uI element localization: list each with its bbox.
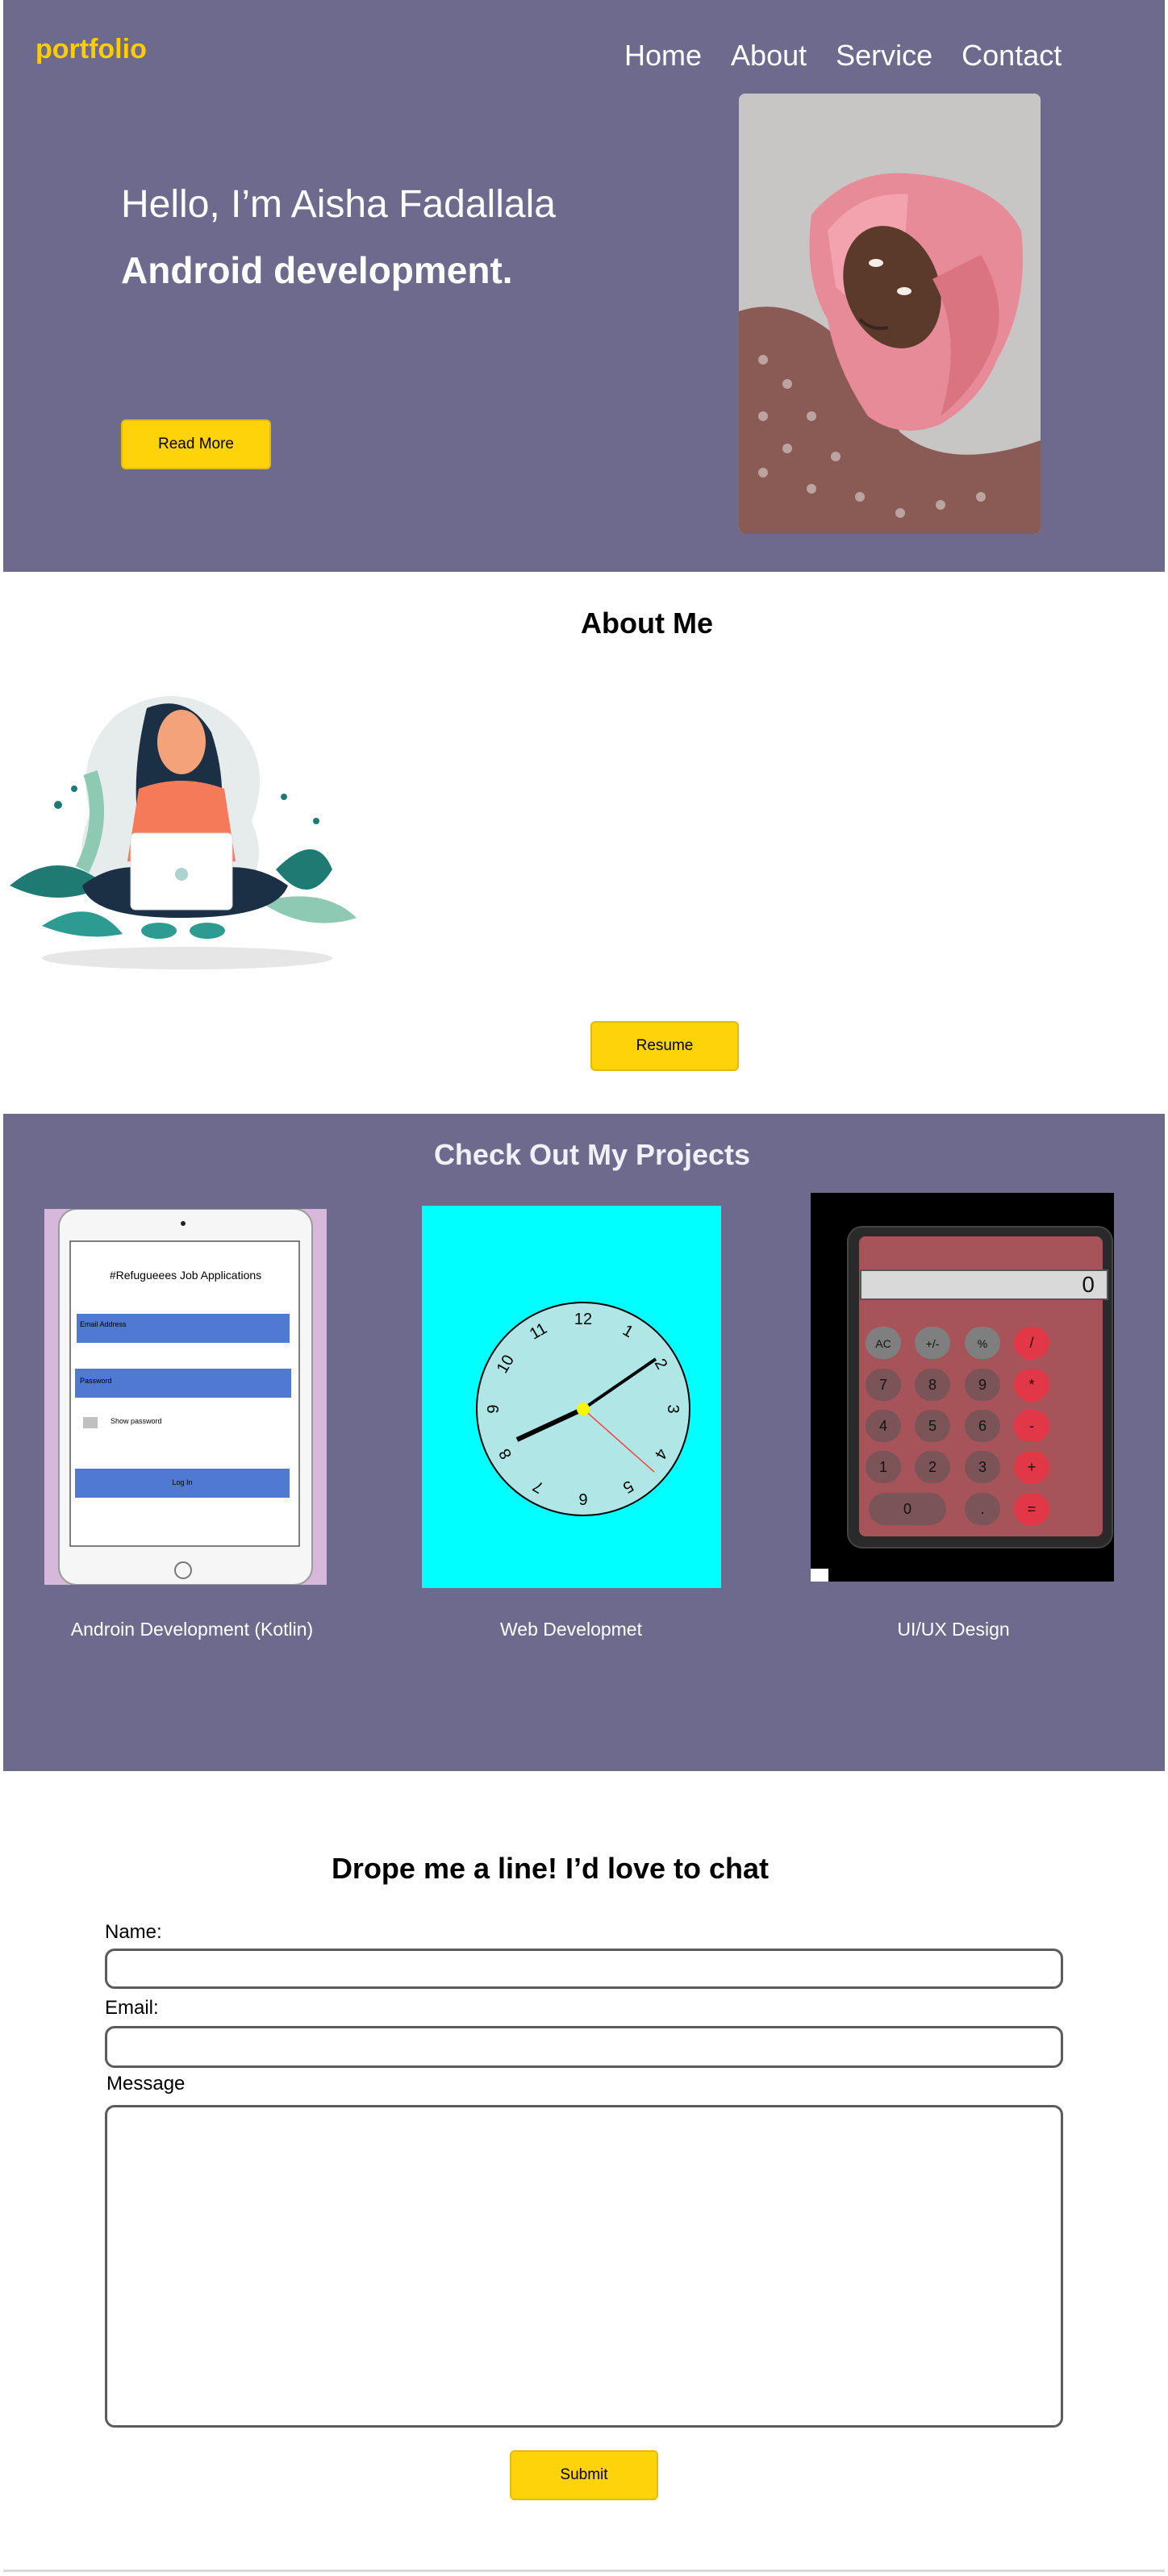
about-illustration bbox=[10, 684, 361, 976]
message-label: Message bbox=[106, 2073, 186, 2095]
resume-button[interactable]: Resume bbox=[590, 1021, 739, 1071]
main-nav: Home About Service Contact bbox=[624, 39, 1091, 73]
contact-title: Drope me a line! I’d love to chat bbox=[331, 1852, 770, 1885]
calculator-graphic: AC +/-% / 7 8 9 * 4 5 6 - 1 2 3 +0. = bbox=[811, 1226, 1113, 1582]
email-label: Email: bbox=[105, 1997, 159, 2019]
page-bottom-divider bbox=[3, 2570, 1165, 2572]
calculator-key-label: 2 bbox=[928, 1459, 936, 1475]
clock-number: 9 bbox=[485, 1404, 503, 1413]
submit-button[interactable]: Submit bbox=[510, 2450, 658, 2500]
calculator-key-label: % bbox=[978, 1337, 987, 1350]
clock-number: 6 bbox=[578, 1490, 587, 1507]
calculator-key-label: + bbox=[1028, 1459, 1037, 1475]
calculator-key-label: 4 bbox=[879, 1418, 887, 1434]
calculator-key-label: +/- bbox=[926, 1337, 940, 1350]
projects-title: Check Out My Projects bbox=[433, 1138, 751, 1171]
calculator-key-label: 3 bbox=[978, 1459, 987, 1475]
projects-section: Check Out My Projects #Refugueees Job Ap… bbox=[3, 1114, 1165, 1771]
clock-graphic: 121234567891011 bbox=[476, 1302, 690, 1516]
profile-photo bbox=[739, 94, 1041, 534]
clock-number: 12 bbox=[574, 1311, 592, 1328]
read-more-button[interactable]: Read More bbox=[121, 419, 271, 469]
calculator-key-label: * bbox=[1028, 1377, 1034, 1393]
about-title: About Me bbox=[581, 606, 713, 640]
clock-number: 3 bbox=[664, 1404, 682, 1413]
name-label: Name: bbox=[105, 1921, 162, 1943]
calculator-key-label: AC bbox=[875, 1337, 891, 1350]
calculator-display: 0 bbox=[1082, 1272, 1095, 1297]
hero-section: portfolio Home About Service Contact Hel… bbox=[3, 0, 1165, 572]
project-android-image[interactable]: #Refugueees Job Applications Email Addre… bbox=[44, 1209, 327, 1585]
nav-about[interactable]: About bbox=[731, 39, 807, 73]
calculator-key-label: . bbox=[980, 1501, 984, 1517]
project-web-image[interactable]: 12 1 2 3 4 5 6 7 8 9 10 11 bbox=[422, 1206, 721, 1588]
project-uiux-image[interactable]: AC +/-% / 7 8 9 * 4 5 6 - 1 2 3 +0. = 0 bbox=[811, 1193, 1114, 1582]
app-screen-title: #Refugueees Job Applications bbox=[109, 1269, 262, 1282]
hero-role: Android development. bbox=[121, 249, 513, 291]
calculator-key-label: / bbox=[1029, 1335, 1033, 1351]
nav-contact[interactable]: Contact bbox=[962, 39, 1062, 73]
project-caption-android: Androin Development (Kotlin) bbox=[70, 1619, 314, 1640]
calculator-key-label: 8 bbox=[928, 1377, 936, 1393]
calculator-key-label: - bbox=[1029, 1418, 1034, 1434]
calculator-key-label: 7 bbox=[879, 1377, 887, 1393]
message-textarea[interactable] bbox=[105, 2105, 1063, 2428]
hero-greeting: Hello, I’m Aisha Fadallala bbox=[121, 183, 556, 226]
calculator-key-label: 1 bbox=[879, 1459, 887, 1475]
calculator-key-label: = bbox=[1028, 1501, 1037, 1517]
calculator-key-label: 5 bbox=[928, 1418, 936, 1434]
password-field-label: Password bbox=[80, 1377, 112, 1385]
email-input[interactable] bbox=[105, 2026, 1063, 2068]
nav-home[interactable]: Home bbox=[624, 39, 702, 73]
logo[interactable]: portfolio bbox=[35, 34, 147, 65]
calculator-key-label: 0 bbox=[903, 1501, 911, 1517]
calculator-key-label: 6 bbox=[978, 1418, 987, 1434]
show-password-label: Show password bbox=[111, 1417, 162, 1425]
project-caption-uiux: UI/UX Design bbox=[897, 1619, 1010, 1640]
calculator-key-label: 9 bbox=[978, 1377, 987, 1393]
email-field-label: Email Address bbox=[80, 1320, 127, 1328]
login-label: Log In bbox=[172, 1478, 193, 1486]
project-caption-web: Web Developmet bbox=[500, 1619, 642, 1640]
name-input[interactable] bbox=[105, 1949, 1063, 1989]
nav-service[interactable]: Service bbox=[836, 39, 932, 73]
